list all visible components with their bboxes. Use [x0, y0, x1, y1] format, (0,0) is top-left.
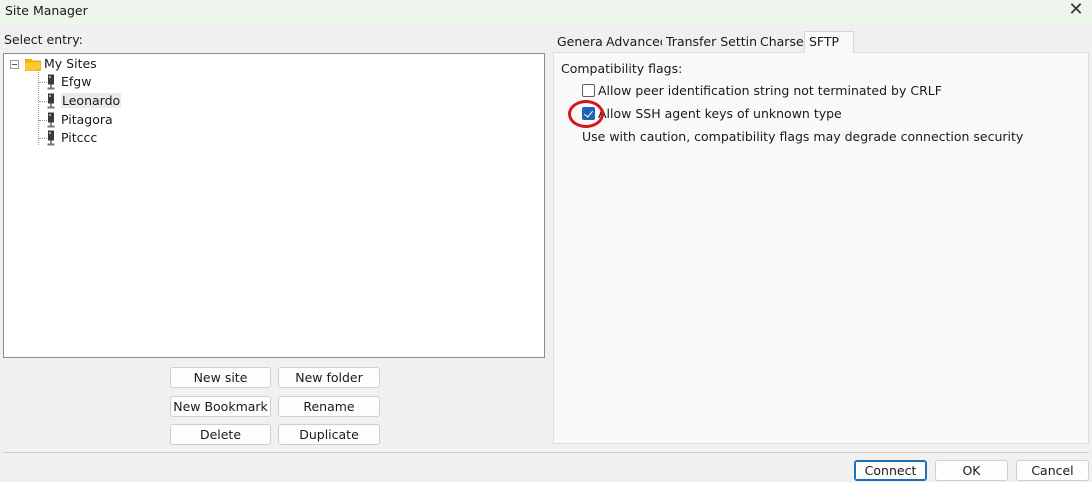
title-bar: [0, 0, 1092, 24]
ok-button[interactable]: OK: [935, 460, 1008, 481]
tab-sftp[interactable]: SFTP: [804, 31, 854, 53]
select-entry-label: Select entry:: [4, 32, 83, 47]
server-icon: [47, 130, 55, 146]
tree-connector: [39, 82, 47, 83]
tree-item-leonardo[interactable]: Leonardo: [61, 93, 122, 108]
connect-button[interactable]: Connect: [854, 460, 927, 481]
ssh-agent-unknown-keys-checkbox[interactable]: [582, 107, 595, 120]
server-icon: [47, 112, 55, 128]
server-icon: [47, 93, 55, 109]
compat-warning-text: Use with caution, compatibility flags ma…: [582, 129, 1024, 144]
duplicate-button[interactable]: Duplicate: [278, 424, 380, 445]
tree-root-my-sites[interactable]: My Sites: [44, 56, 97, 71]
compatibility-flags-label: Compatibility flags:: [561, 61, 683, 76]
ssh-agent-unknown-keys-label[interactable]: Allow SSH agent keys of unknown type: [598, 106, 842, 121]
tree-connector: [39, 138, 47, 139]
peer-id-crlf-label[interactable]: Allow peer identification string not ter…: [598, 83, 942, 98]
tree-item-pitagora[interactable]: Pitagora: [61, 112, 113, 127]
footer-separator: [3, 452, 1089, 453]
delete-button[interactable]: Delete: [170, 424, 271, 445]
site-tree[interactable]: My Sites Efgw Leonardo Pitagora Pitccc: [3, 53, 545, 358]
tree-item-pitccc[interactable]: Pitccc: [61, 130, 97, 145]
cancel-button[interactable]: Cancel: [1016, 460, 1089, 481]
window-title: Site Manager: [5, 3, 88, 18]
tree-item-efgw[interactable]: Efgw: [61, 74, 91, 89]
tree-collapse-toggle[interactable]: [10, 60, 19, 69]
new-folder-button[interactable]: New folder: [278, 367, 380, 388]
new-site-button[interactable]: New site: [170, 367, 271, 388]
rename-button[interactable]: Rename: [278, 396, 380, 417]
peer-id-crlf-checkbox[interactable]: [582, 84, 595, 97]
tree-connector: [38, 69, 39, 145]
new-bookmark-button[interactable]: New Bookmark: [170, 396, 271, 417]
server-icon: [47, 74, 55, 90]
tree-connector: [39, 101, 47, 102]
close-icon[interactable]: ✕: [1068, 0, 1084, 20]
tree-connector: [39, 120, 47, 121]
